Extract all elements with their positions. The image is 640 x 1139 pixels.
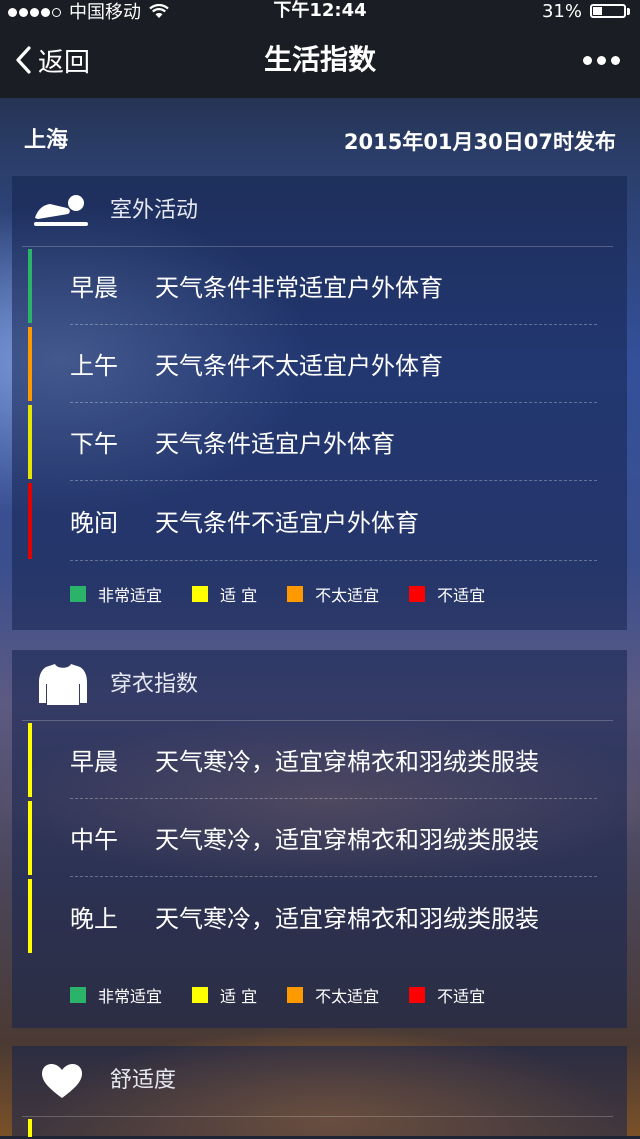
- battery-percent: 31%: [541, 0, 582, 22]
- legend-label: 不太适宜: [315, 987, 380, 1006]
- level-color-bar: [28, 327, 32, 401]
- page-title: 生活指数: [263, 43, 376, 76]
- back-button[interactable]: 返回: [14, 22, 90, 98]
- battery-level-fill: [593, 7, 603, 15]
- location-header: 上海 2015年01月30日07时发布: [0, 98, 640, 176]
- more-options-button[interactable]: [578, 22, 620, 98]
- legend-swatch: [287, 586, 304, 602]
- battery-icon: [590, 4, 626, 18]
- legend-swatch: [70, 586, 86, 602]
- legend-swatch: [70, 987, 86, 1003]
- time-label: 早晨: [70, 274, 118, 302]
- time-label: 晚上: [70, 904, 118, 933]
- card-title: 舒适度: [110, 1068, 177, 1093]
- list-item: 晚间 天气条件不适宜户外体育: [28, 481, 627, 561]
- time-label: 上午: [70, 352, 118, 380]
- time-label: 下午: [70, 430, 118, 458]
- list-item: 下午 天气条件适宜户外体育: [28, 403, 627, 481]
- more-dot-icon: [611, 55, 620, 65]
- index-description: 天气条件不太适宜户外体育: [155, 352, 443, 380]
- card-header: 舒适度: [22, 1046, 613, 1117]
- legend-item: 不太适宜: [287, 582, 379, 606]
- level-color-bar: [28, 249, 32, 323]
- index-description: 天气寒冷，适宜穿棉衣和羽绒类服装: [155, 826, 539, 854]
- index-description: 天气寒冷，适宜穿棉衣和羽绒类服装: [155, 748, 539, 776]
- legend-label: 非常适宜: [98, 987, 163, 1006]
- back-label: 返回: [38, 47, 91, 78]
- more-dot-icon: [583, 55, 592, 65]
- level-color-bar: [28, 405, 32, 479]
- status-right: 31%: [542, 0, 630, 22]
- card-header: 穿衣指数: [22, 650, 613, 721]
- index-description: 天气条件适宜户外体育: [155, 430, 395, 458]
- time-label: 晚间: [70, 509, 118, 537]
- publish-time: 2015年01月30日07时发布: [343, 130, 616, 154]
- index-description: 天气寒冷，适宜穿棉衣和羽绒类服装: [155, 904, 539, 933]
- level-color-bar: [28, 483, 32, 559]
- card-rows: 早晨 天气寒冷，适宜穿棉衣和羽绒类服装 中午 天气寒冷，适宜穿棉衣和羽绒类服装 晚上…: [12, 721, 627, 955]
- clothing-icon: [39, 664, 87, 705]
- legend-label: 不适宜: [437, 586, 486, 605]
- more-dot-icon: [597, 55, 606, 65]
- navigation-bar: 返回 生活指数: [0, 22, 640, 98]
- level-color-bar: [28, 801, 32, 875]
- outdoor-activity-card: 室外活动 早晨 天气条件非常适宜户外体育 上午 天气条件不太适宜户外体育 下午 天气条…: [12, 176, 627, 630]
- time-label: 中午: [70, 826, 118, 854]
- index-description: 天气条件不适宜户外体育: [155, 509, 419, 537]
- legend-swatch: [409, 987, 426, 1003]
- time-label: 早晨: [70, 748, 118, 776]
- legend-item: 适 宜: [192, 582, 257, 606]
- list-item: 上午 天气条件不太适宜户外体育: [28, 325, 627, 403]
- legend-item: 不适宜: [409, 983, 485, 1007]
- legend-swatch: [287, 987, 304, 1003]
- status-bar: 中国移动 下午12:44 31%: [0, 0, 640, 23]
- legend-swatch: [409, 586, 426, 602]
- legend-item: 不适宜: [409, 582, 485, 606]
- card-title: 室外活动: [110, 198, 199, 223]
- legend-label: 适 宜: [220, 987, 258, 1006]
- legend-item: 适 宜: [192, 983, 257, 1007]
- legend-label: 非常适宜: [98, 586, 163, 605]
- legend: 非常适宜 适 宜 不太适宜 不适宜: [12, 561, 627, 627]
- legend-swatch: [192, 586, 209, 602]
- heart-icon: [42, 1064, 82, 1098]
- level-color-bar: [28, 879, 32, 953]
- index-description: 天气条件非常适宜户外体育: [155, 274, 443, 302]
- battery-tip: [627, 7, 630, 15]
- legend-label: 不太适宜: [315, 586, 380, 605]
- legend-swatch: [192, 987, 209, 1003]
- card-rows: 早晨 天气条件非常适宜户外体育 上午 天气条件不太适宜户外体育 下午 天气条件适宜户外…: [12, 247, 627, 561]
- legend-label: 不适宜: [437, 987, 486, 1006]
- card-header: 室外活动: [22, 176, 613, 247]
- outdoor-activity-icon: [34, 195, 88, 226]
- list-item: 早晨 天气条件非常适宜户外体育: [28, 247, 627, 325]
- level-color-bar: [28, 1119, 32, 1137]
- city-name: 上海: [24, 128, 69, 153]
- legend-label: 适 宜: [220, 586, 258, 605]
- legend-item: 非常适宜: [70, 983, 162, 1007]
- legend-item: 非常适宜: [70, 582, 162, 606]
- comfort-card: 舒适度: [12, 1046, 627, 1137]
- clothing-index-card: 穿衣指数 早晨 天气寒冷，适宜穿棉衣和羽绒类服装 中午 天气寒冷，适宜穿棉衣和羽绒类…: [12, 650, 627, 1028]
- list-item: 中午 天气寒冷，适宜穿棉衣和羽绒类服装: [28, 799, 627, 877]
- level-color-bar: [28, 723, 32, 797]
- legend: 非常适宜 适 宜 不太适宜 不适宜: [12, 955, 627, 1035]
- legend-item: 不太适宜: [287, 983, 379, 1007]
- chevron-left-icon: [16, 46, 31, 74]
- card-title: 穿衣指数: [110, 672, 199, 697]
- list-item: 早晨 天气寒冷，适宜穿棉衣和羽绒类服装: [28, 721, 627, 799]
- list-item: 晚上 天气寒冷，适宜穿棉衣和羽绒类服装: [28, 877, 627, 955]
